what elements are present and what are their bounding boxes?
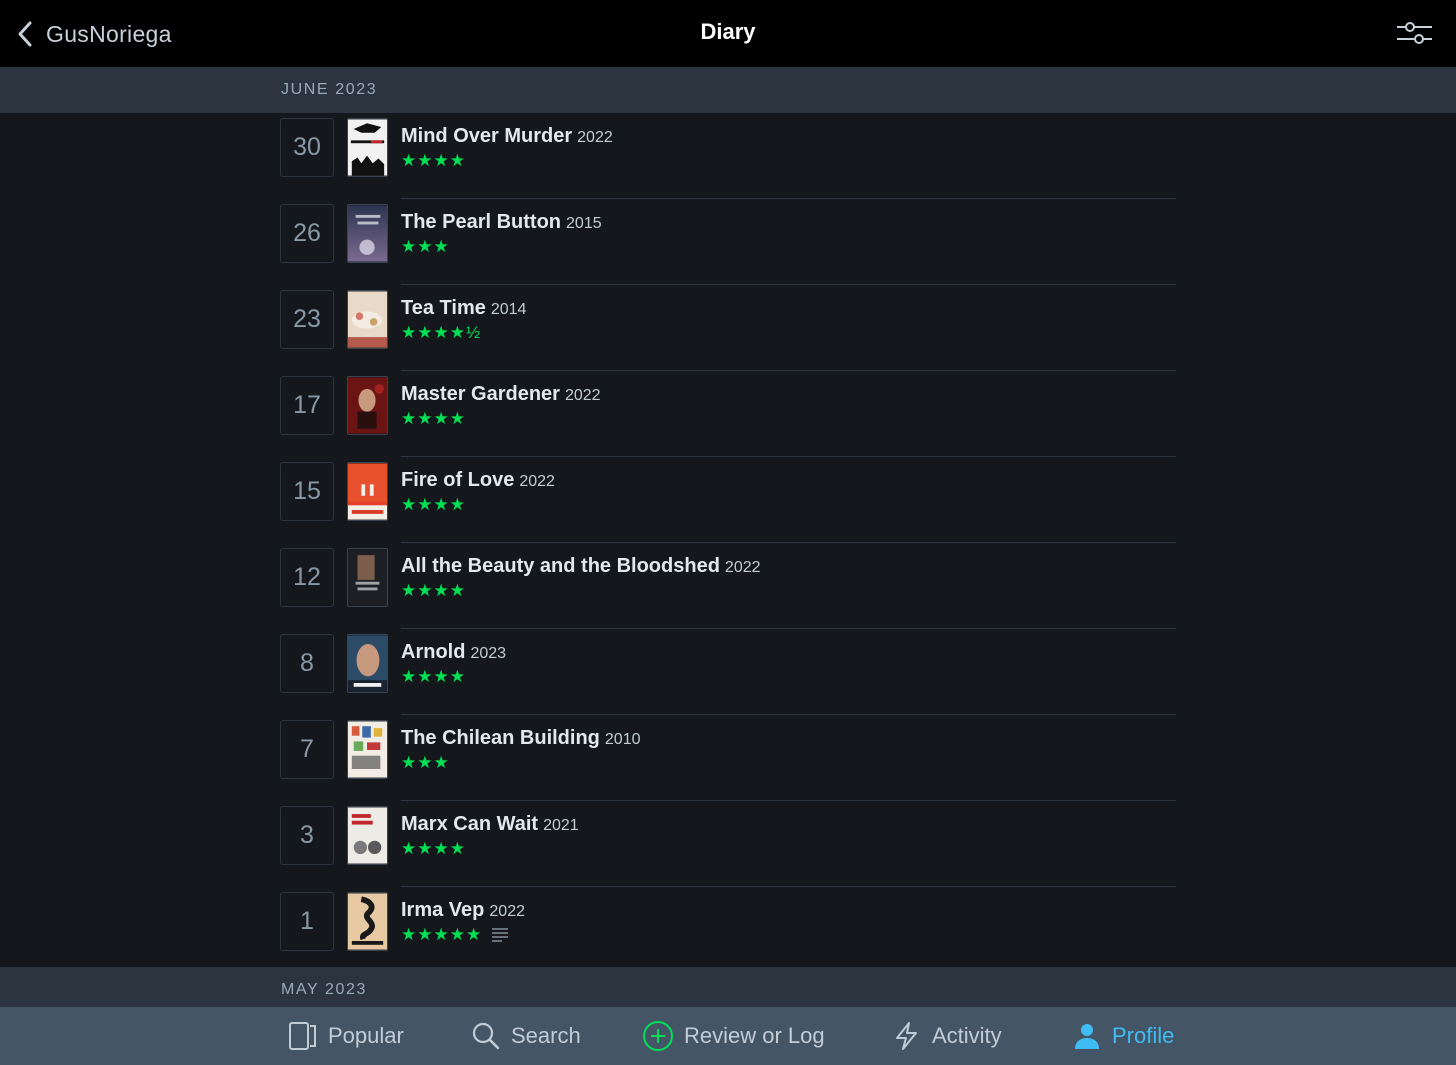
page-title: Diary bbox=[700, 19, 756, 44]
tab-profile[interactable]: Profile bbox=[1072, 1007, 1174, 1065]
entry-info: Tea Time 2014 ★★★★½ bbox=[401, 297, 526, 343]
film-year: 2022 bbox=[519, 473, 555, 490]
entry-day: 12 bbox=[280, 548, 334, 607]
film-title: Marx Can Wait bbox=[401, 813, 539, 835]
film-title: All the Beauty and the Bloodshed bbox=[401, 555, 720, 577]
top-bar: GusNoriega Diary bbox=[0, 0, 1456, 67]
film-year: 2015 bbox=[566, 215, 602, 232]
tab-label: Activity bbox=[932, 1023, 1002, 1048]
tab-label: Popular bbox=[328, 1023, 404, 1048]
tab-activity[interactable]: Activity bbox=[892, 1007, 1002, 1065]
film-title: Arnold bbox=[401, 641, 466, 663]
film-title: Tea Time bbox=[401, 297, 486, 319]
filter-sliders-icon[interactable] bbox=[1396, 18, 1432, 48]
entry-info: Arnold 2023 ★★★★ bbox=[401, 641, 506, 687]
add-circle-icon bbox=[643, 1021, 673, 1051]
star-rating: ★★★★ bbox=[401, 151, 466, 170]
tab-bar: Popular Search Review or Log Activity Pr… bbox=[0, 1007, 1456, 1065]
diary-entry[interactable]: 3 Marx Can Wait 2021 ★★★★ bbox=[280, 801, 1176, 887]
star-rating: ★★★★ bbox=[401, 409, 466, 428]
film-year: 2010 bbox=[604, 731, 641, 748]
entry-day: 30 bbox=[280, 118, 334, 177]
entry-info: Irma Vep 2022 ★★★★★ bbox=[401, 899, 525, 945]
film-title: The Pearl Button bbox=[401, 211, 562, 233]
star-rating: ★★★★ bbox=[401, 495, 466, 514]
entry-info: Master Gardener 2022 ★★★★ bbox=[401, 383, 601, 429]
diary-entry[interactable]: 7 The Chilean Building 2010 ★★★ bbox=[280, 715, 1176, 801]
poster-image bbox=[347, 290, 388, 349]
film-year: 2023 bbox=[470, 645, 507, 662]
entry-day: 1 bbox=[280, 892, 334, 951]
section-header-may: MAY 2023 bbox=[0, 967, 1456, 1007]
tab-review-or-log[interactable]: Review or Log bbox=[642, 1007, 825, 1065]
poster-image bbox=[347, 634, 388, 693]
poster-image bbox=[347, 118, 388, 177]
diary-entry[interactable]: 17 Master Gardener 2022 ★★★★ bbox=[280, 371, 1176, 457]
diary-entry[interactable]: 1 Irma Vep 2022 ★★★★★ bbox=[280, 887, 1176, 973]
poster-image bbox=[347, 462, 388, 521]
entry-day: 3 bbox=[280, 806, 334, 865]
film-year: 2022 bbox=[577, 129, 613, 146]
film-title: Master Gardener bbox=[401, 383, 560, 405]
diary-list[interactable]: 30 Mind Over Murder 2022 ★★★★ 26 The Pea… bbox=[0, 113, 1456, 973]
star-rating: ★★★★ bbox=[401, 667, 466, 686]
diary-entry[interactable]: 8 Arnold 2023 ★★★★ bbox=[280, 629, 1176, 715]
poster-image bbox=[347, 204, 388, 263]
diary-entry[interactable]: 30 Mind Over Murder 2022 ★★★★ bbox=[280, 113, 1176, 199]
film-year: 2014 bbox=[490, 301, 527, 318]
star-rating: ★★★ bbox=[401, 753, 450, 772]
section-label: JUNE 2023 bbox=[281, 81, 378, 98]
entry-day: 26 bbox=[280, 204, 334, 263]
diary-entry[interactable]: 12 All the Beauty and the Bloodshed 2022 … bbox=[280, 543, 1176, 629]
film-title: The Chilean Building bbox=[401, 727, 600, 749]
search-icon bbox=[472, 1022, 500, 1050]
star-rating: ★★★★ bbox=[401, 581, 466, 600]
entry-info: Marx Can Wait 2021 ★★★★ bbox=[401, 813, 579, 859]
poster-image bbox=[347, 806, 388, 865]
film-year: 2022 bbox=[724, 559, 761, 576]
tab-search[interactable]: Search bbox=[471, 1007, 581, 1065]
tab-label: Search bbox=[511, 1023, 581, 1048]
entry-day: 23 bbox=[280, 290, 334, 349]
entry-info: All the Beauty and the Bloodshed 2022 ★★★… bbox=[401, 555, 761, 601]
film-title: Irma Vep bbox=[401, 899, 485, 921]
star-rating: ★★★★½ bbox=[401, 323, 482, 342]
back-label: GusNoriega bbox=[46, 20, 172, 47]
diary-entry[interactable]: 23 Tea Time 2014 ★★★★½ bbox=[280, 285, 1176, 371]
film-title: Mind Over Murder bbox=[401, 125, 573, 147]
poster-image bbox=[347, 548, 388, 607]
section-label: MAY 2023 bbox=[281, 981, 368, 998]
entry-day: 8 bbox=[280, 634, 334, 693]
diary-entry[interactable]: 26 The Pearl Button 2015 ★★★ bbox=[280, 199, 1176, 285]
poster-image bbox=[347, 892, 388, 951]
entry-info: The Pearl Button 2015 ★★★ bbox=[401, 211, 602, 257]
diary-screen: GusNoriega Diary JUNE 2023 30 Mind Over … bbox=[0, 0, 1456, 1065]
poster-image bbox=[347, 720, 388, 779]
entry-info: Mind Over Murder 2022 ★★★★ bbox=[401, 125, 613, 171]
film-title: Fire of Love bbox=[401, 469, 515, 491]
tab-label: Profile bbox=[1112, 1023, 1175, 1048]
entry-day: 7 bbox=[280, 720, 334, 779]
film-year: 2022 bbox=[564, 387, 601, 404]
chevron-left-icon bbox=[18, 21, 32, 47]
film-year: 2022 bbox=[489, 903, 525, 920]
entry-info: Fire of Love 2022 ★★★★ bbox=[401, 469, 555, 515]
entry-day: 17 bbox=[280, 376, 334, 435]
section-header-june: JUNE 2023 bbox=[0, 67, 1456, 113]
person-icon bbox=[1075, 1024, 1099, 1049]
film-strip-icon bbox=[289, 1022, 316, 1050]
diary-entry[interactable]: 15 Fire of Love 2022 ★★★★ bbox=[280, 457, 1176, 543]
tab-popular[interactable]: Popular bbox=[288, 1007, 404, 1065]
film-year: 2021 bbox=[543, 817, 579, 834]
entry-day: 15 bbox=[280, 462, 334, 521]
lightning-icon bbox=[896, 1022, 917, 1050]
back-button[interactable]: GusNoriega bbox=[14, 16, 172, 52]
review-text-icon bbox=[492, 928, 509, 942]
tab-label: Review or Log bbox=[684, 1023, 825, 1048]
star-rating: ★★★★ bbox=[401, 839, 466, 858]
star-rating: ★★★ bbox=[401, 237, 450, 256]
poster-image bbox=[347, 376, 388, 435]
star-rating: ★★★★★ bbox=[401, 925, 483, 944]
entry-info: The Chilean Building 2010 ★★★ bbox=[401, 727, 640, 773]
